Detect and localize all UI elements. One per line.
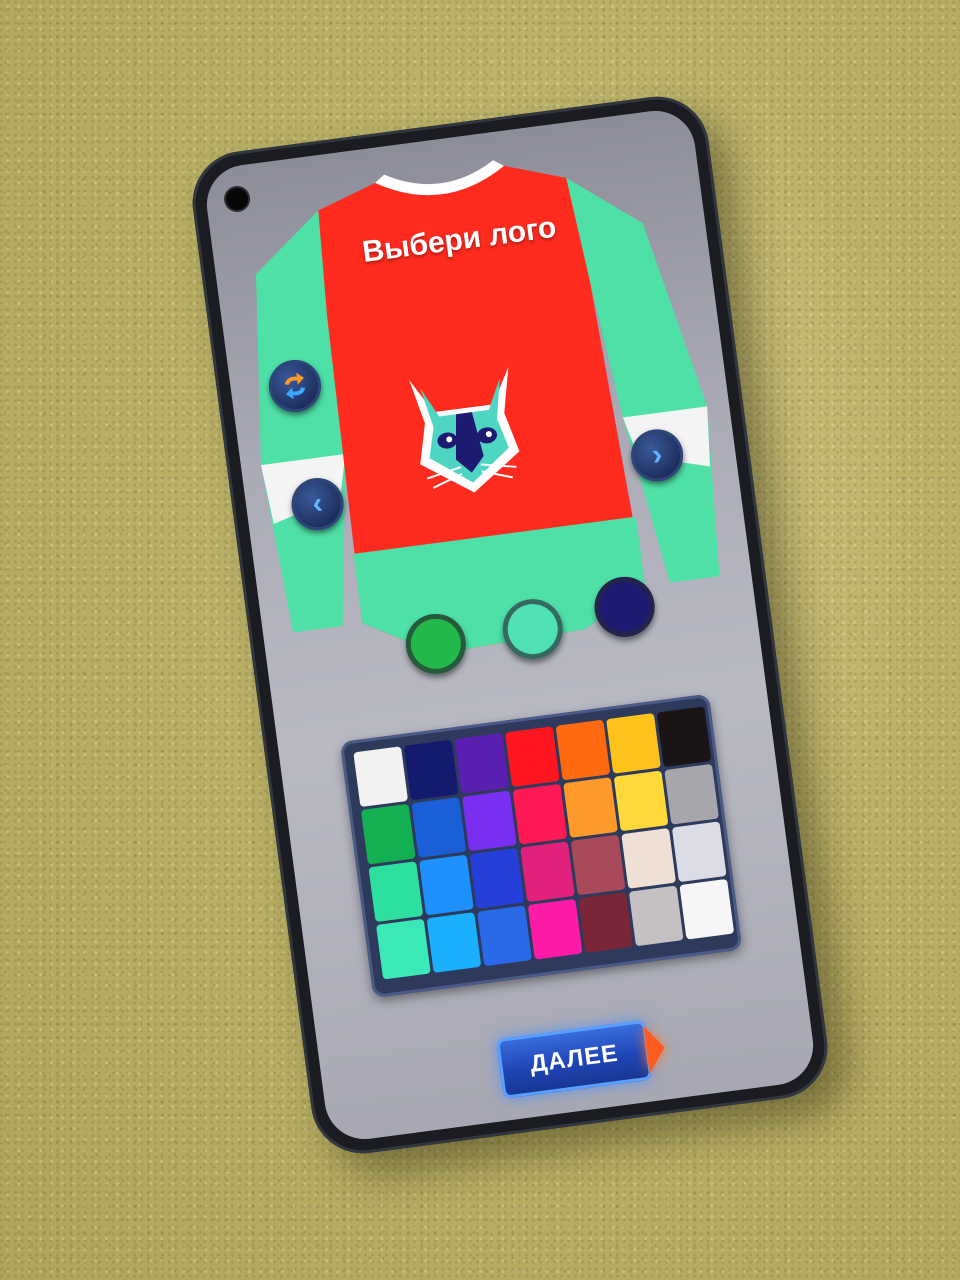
chevron-right-icon: › bbox=[649, 437, 665, 472]
palette-color-cell[interactable] bbox=[578, 892, 634, 953]
palette-color-cell[interactable] bbox=[462, 790, 517, 852]
color-palette bbox=[339, 693, 743, 999]
palette-color-cell[interactable] bbox=[454, 732, 510, 794]
palette-color-cell[interactable] bbox=[411, 797, 467, 858]
palette-color-cell[interactable] bbox=[504, 726, 560, 788]
swap-arrows-icon bbox=[284, 372, 306, 400]
palette-color-cell[interactable] bbox=[353, 746, 409, 808]
palette-color-cell[interactable] bbox=[613, 770, 669, 832]
palette-color-cell[interactable] bbox=[570, 834, 626, 896]
phone: Выбери лого ‹ › ДАЛЕЕ bbox=[186, 90, 834, 1160]
palette-color-cell[interactable] bbox=[555, 719, 611, 781]
palette-grid bbox=[353, 706, 735, 980]
palette-color-cell[interactable] bbox=[656, 706, 712, 768]
app-screen: Выбери лого ‹ › ДАЛЕЕ bbox=[202, 106, 818, 1144]
palette-color-cell[interactable] bbox=[628, 885, 684, 947]
palette-color-cell[interactable] bbox=[512, 783, 568, 845]
palette-color-cell[interactable] bbox=[621, 828, 677, 889]
palette-color-cell[interactable] bbox=[679, 878, 735, 940]
palette-color-cell[interactable] bbox=[563, 777, 618, 838]
chevron-left-icon: ‹ bbox=[310, 486, 325, 521]
palette-color-cell[interactable] bbox=[376, 918, 431, 980]
palette-color-cell[interactable] bbox=[671, 821, 727, 883]
palette-color-cell[interactable] bbox=[664, 763, 720, 825]
palette-color-cell[interactable] bbox=[477, 905, 532, 967]
palette-color-cell[interactable] bbox=[419, 854, 474, 916]
palette-color-cell[interactable] bbox=[520, 841, 575, 903]
palette-color-cell[interactable] bbox=[469, 847, 525, 909]
palette-color-cell[interactable] bbox=[606, 712, 661, 774]
palette-color-cell[interactable] bbox=[360, 803, 416, 865]
palette-color-cell[interactable] bbox=[527, 898, 583, 960]
palette-color-cell[interactable] bbox=[368, 861, 424, 923]
palette-color-cell[interactable] bbox=[426, 912, 482, 973]
palette-color-cell[interactable] bbox=[403, 739, 459, 801]
